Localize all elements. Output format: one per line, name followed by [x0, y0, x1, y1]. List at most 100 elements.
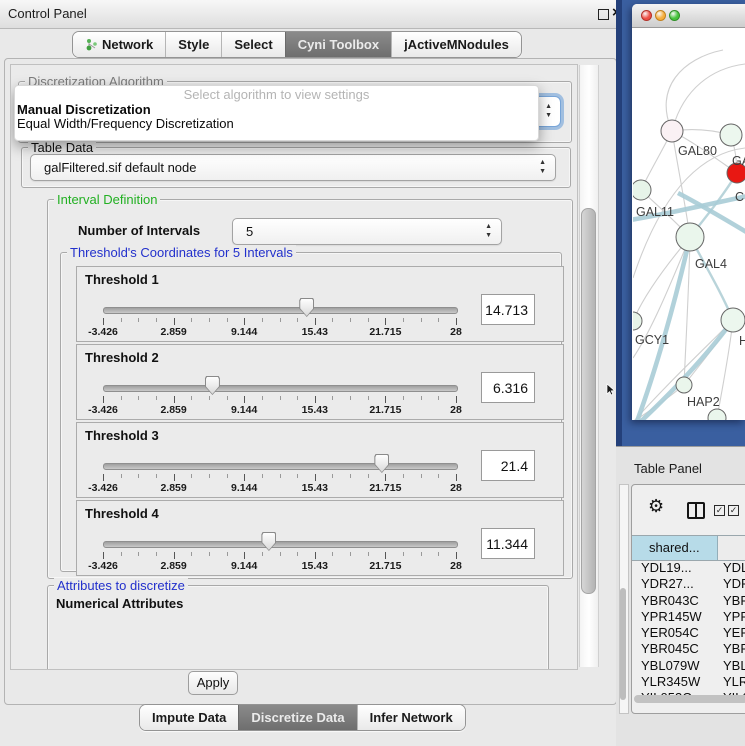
- slider-thumb[interactable]: [205, 376, 220, 395]
- table-horizontal-scrollbar-thumb[interactable]: [634, 695, 745, 703]
- tab-jactivemnodules[interactable]: jActiveMNodules: [391, 32, 521, 57]
- table-row[interactable]: YBR045CYBR0: [632, 641, 745, 657]
- table-row[interactable]: YBL079WYBL0: [632, 658, 745, 674]
- network-node[interactable]: [633, 180, 651, 200]
- network-node-label: GAL80: [678, 144, 717, 158]
- table-row[interactable]: YLR345WYLR3: [632, 674, 745, 690]
- cell-name: YLR3: [717, 674, 745, 690]
- slider-thumb[interactable]: [374, 454, 389, 473]
- slider-tick: [262, 474, 263, 478]
- table-row[interactable]: YDR27...YDR2: [632, 576, 745, 592]
- slider-tick: [332, 552, 333, 556]
- close-traffic-light[interactable]: [641, 10, 652, 21]
- table-panel-vertical-scrollbar-thumb[interactable]: [620, 588, 626, 700]
- slider-tick: [403, 474, 404, 478]
- threshold-label: Threshold 1: [85, 272, 159, 287]
- tab-discretize-data[interactable]: Discretize Data: [238, 705, 356, 730]
- table-data-combo[interactable]: galFiltered.sif default node ▲▼: [30, 154, 556, 181]
- threshold-panel: Threshold 3-3.4262.8599.14415.4321.71528…: [76, 422, 564, 498]
- slider-tick: [103, 396, 104, 403]
- column-header-name[interactable]: n: [718, 536, 745, 560]
- tab-style[interactable]: Style: [165, 32, 221, 57]
- network-node[interactable]: [721, 308, 745, 332]
- slider-tick: [138, 396, 139, 400]
- slider-thumb[interactable]: [299, 298, 314, 317]
- network-node[interactable]: [676, 377, 692, 393]
- gear-icon[interactable]: ⚙: [648, 497, 664, 515]
- threshold-panel: Threshold 1-3.4262.8599.14415.4321.71528…: [76, 266, 564, 342]
- slider-tick-label: 28: [450, 482, 462, 494]
- network-window-frame-edge: [616, 0, 622, 446]
- network-icon: [85, 38, 98, 51]
- threshold-value-field[interactable]: 21.4: [481, 450, 535, 481]
- column-header-shared[interactable]: shared...: [632, 536, 718, 560]
- tab-cyni-toolbox[interactable]: Cyni Toolbox: [285, 32, 391, 57]
- slider-tick-label: 15.43: [302, 404, 328, 416]
- checkbox-icon[interactable]: ✓: [728, 505, 739, 516]
- threshold-value-field[interactable]: 14.713: [481, 294, 535, 325]
- threshold-value-field[interactable]: 6.316: [481, 372, 535, 403]
- panel-scrollbar-thumb[interactable]: [581, 208, 596, 594]
- slider-tick: [438, 396, 439, 400]
- slider-tick: [368, 318, 369, 322]
- slider-tick: [138, 474, 139, 478]
- split-columns-icon[interactable]: [687, 502, 705, 519]
- cell-shared-name: YBR045C: [632, 641, 717, 657]
- table-row[interactable]: YBR043CYBR0: [632, 593, 745, 609]
- network-node-label: GA: [732, 154, 745, 168]
- slider-tick: [332, 396, 333, 400]
- slider-tick: [156, 396, 157, 400]
- slider-track[interactable]: [103, 463, 458, 470]
- apply-button[interactable]: Apply: [188, 671, 238, 695]
- checkbox-icon[interactable]: ✓: [714, 505, 725, 516]
- slider-tick: [280, 552, 281, 556]
- slider-tick-label: 15.43: [302, 560, 328, 572]
- minimize-traffic-light[interactable]: [655, 10, 666, 21]
- network-node[interactable]: [661, 120, 683, 142]
- table-row[interactable]: YDL19...YDL1: [632, 560, 745, 576]
- tab-select[interactable]: Select: [221, 32, 284, 57]
- dropdown-item[interactable]: Equal Width/Frequency Discretization: [15, 117, 538, 132]
- slider-tick: [103, 552, 104, 559]
- control-panel-titlebar: Control Panel ×: [0, 0, 620, 29]
- network-node[interactable]: [633, 312, 642, 330]
- slider-tick: [438, 318, 439, 322]
- slider-tick: [209, 396, 210, 400]
- float-window-icon[interactable]: [598, 9, 609, 20]
- slider-tick: [438, 474, 439, 478]
- slider-tick: [332, 318, 333, 322]
- slider-track[interactable]: [103, 541, 458, 548]
- numerical-attributes-label: Numerical Attributes: [56, 596, 183, 611]
- slider-track[interactable]: [103, 385, 458, 392]
- tab-label: Select: [234, 37, 272, 52]
- network-window-titlebar[interactable]: [632, 4, 745, 28]
- network-node-label: H: [739, 334, 745, 348]
- slider-tick-label: 2.859: [160, 326, 186, 338]
- slider-tick-label: 2.859: [160, 404, 186, 416]
- threshold-value-field[interactable]: 11.344: [481, 528, 535, 559]
- slider-tick-label: -3.426: [88, 560, 118, 572]
- slider-track[interactable]: [103, 307, 458, 314]
- slider-tick-label: 21.715: [369, 326, 401, 338]
- slider-tick: [227, 318, 228, 322]
- network-node[interactable]: [676, 223, 704, 251]
- slider-tick-label: 28: [450, 326, 462, 338]
- tab-infer-network[interactable]: Infer Network: [357, 705, 465, 730]
- slider-tick: [280, 396, 281, 400]
- dropdown-item[interactable]: Manual Discretization: [15, 103, 538, 118]
- network-node[interactable]: [708, 409, 726, 420]
- zoom-traffic-light[interactable]: [669, 10, 680, 21]
- table-row[interactable]: YER054CYER0: [632, 625, 745, 641]
- threshold-label: Threshold 2: [85, 350, 159, 365]
- slider-tick: [315, 552, 316, 559]
- table-data-group: Table Data galFiltered.sif default node …: [21, 147, 571, 188]
- network-canvas[interactable]: GAL80GACGAL11GAL4GCY1HHAP2: [633, 28, 745, 420]
- tab-impute-data[interactable]: Impute Data: [140, 705, 238, 730]
- slider-tick-label: 28: [450, 560, 462, 572]
- cell-name: YDR2: [717, 576, 745, 592]
- table-row[interactable]: YPR145WYPR1: [632, 609, 745, 625]
- tab-network[interactable]: Network: [73, 32, 165, 57]
- slider-tick-label: 21.715: [369, 560, 401, 572]
- slider-thumb[interactable]: [261, 532, 276, 551]
- network-node[interactable]: [720, 124, 742, 146]
